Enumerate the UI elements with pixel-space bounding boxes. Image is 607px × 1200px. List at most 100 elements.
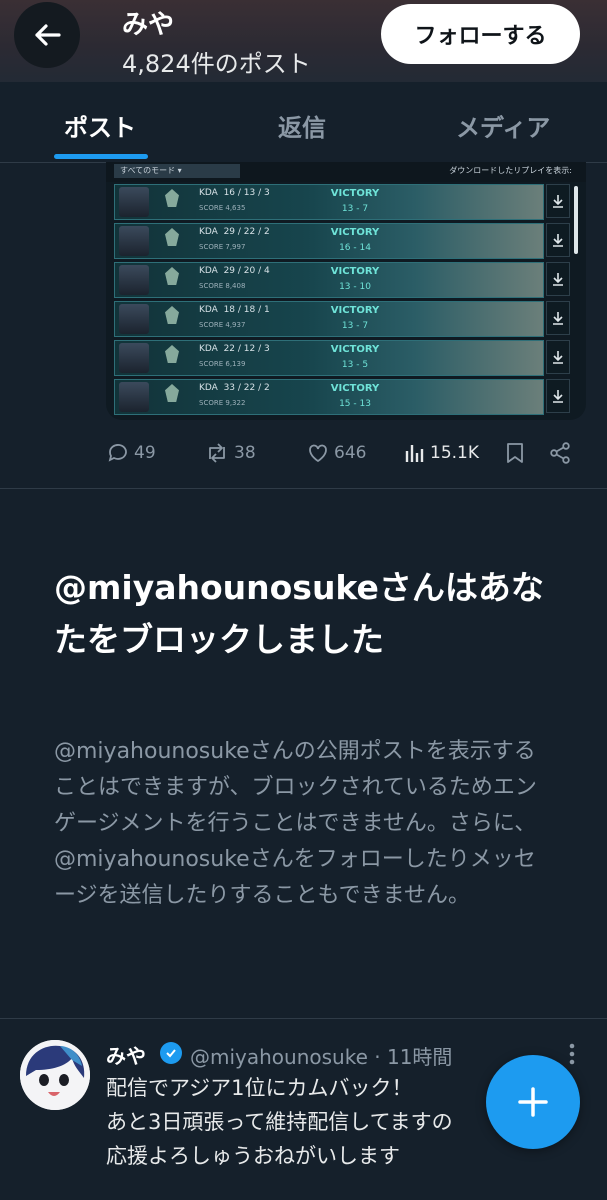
match-score: 16 - 14 — [339, 243, 371, 253]
tweet-text-line: 配信でアジア1位にカムバック！ — [106, 1076, 413, 1100]
post-media-image[interactable]: すべてのモード ▾ ダウンロードしたリプレイを表示: KDA 16 / 13 /… — [106, 162, 586, 420]
reply-count: 49 — [134, 443, 156, 463]
compose-button[interactable] — [486, 1055, 580, 1149]
match-score: 13 - 5 — [341, 360, 369, 370]
score-text: SCORE 4,635 — [199, 204, 246, 212]
tab-replies[interactable]: 返信 — [278, 108, 326, 143]
post-count: 4,824件のポスト — [122, 50, 311, 78]
download-replay-button[interactable] — [546, 301, 570, 335]
match-row[interactable]: KDA 16 / 13 / 3 SCORE 4,635 VICTORY 13 - 7 — [114, 184, 544, 220]
kda-text: KDA 22 / 12 / 3 — [199, 344, 270, 354]
tweet-text-line: あと3日頑張って維持配信してますの — [106, 1110, 453, 1134]
score-text: SCORE 9,322 — [199, 399, 246, 407]
repost-count: 38 — [234, 443, 256, 463]
active-tab-indicator — [54, 154, 148, 159]
author-handle-time[interactable]: @miyahounosuke · 11時間 — [190, 1041, 452, 1070]
reply-button[interactable]: 49 — [106, 436, 156, 470]
media-scrollbar — [574, 186, 578, 254]
tab-media[interactable]: メディア — [456, 108, 550, 143]
rank-icon — [165, 384, 179, 402]
tab-posts[interactable]: ポスト — [64, 108, 136, 143]
like-button[interactable]: 646 — [306, 436, 366, 470]
back-button[interactable] — [14, 2, 80, 68]
download-icon — [553, 390, 563, 403]
mode-filter: すべてのモード ▾ — [114, 164, 240, 178]
agent-portrait — [119, 265, 149, 295]
kda-text: KDA 18 / 18 / 1 — [199, 305, 270, 315]
score-text: SCORE 4,937 — [199, 321, 246, 329]
verified-badge-icon — [160, 1042, 182, 1064]
plus-icon — [518, 1087, 548, 1117]
kda-text: KDA 29 / 20 / 4 — [199, 266, 270, 276]
profile-name: みや — [122, 10, 175, 40]
media-toolbar: すべてのモード ▾ ダウンロードしたリプレイを表示: — [106, 162, 586, 182]
block-notice-body: @miyahounosukeさんの公開ポストを表示することはできますが、ブロック… — [54, 739, 537, 908]
share-icon — [550, 442, 570, 464]
view-count: 15.1K — [430, 443, 479, 463]
agent-portrait — [119, 304, 149, 334]
score-text: SCORE 8,408 — [199, 282, 246, 290]
download-replay-button[interactable] — [546, 262, 570, 296]
kda-text: KDA 29 / 22 / 2 — [199, 227, 270, 237]
rank-icon — [165, 345, 179, 363]
bookmark-icon — [507, 443, 523, 463]
match-row[interactable]: KDA 29 / 22 / 2 SCORE 7,997 VICTORY 16 - 14 — [114, 223, 544, 259]
share-button[interactable] — [548, 436, 572, 470]
rank-icon — [165, 267, 179, 285]
match-outcome: VICTORY — [330, 383, 380, 394]
score-text: SCORE 7,997 — [199, 243, 246, 251]
match-score: 13 - 7 — [341, 204, 369, 214]
download-icon — [553, 195, 563, 208]
kda-text: KDA 16 / 13 / 3 — [199, 188, 270, 198]
match-row[interactable]: KDA 22 / 12 / 3 SCORE 6,139 VICTORY 13 - 5 — [114, 340, 544, 376]
download-replay-button[interactable] — [546, 379, 570, 413]
match-row[interactable]: KDA 29 / 20 / 4 SCORE 8,408 VICTORY 13 - 10 — [114, 262, 544, 298]
follow-button[interactable]: フォローする — [381, 4, 580, 64]
download-icon — [553, 234, 563, 247]
agent-portrait — [119, 187, 149, 217]
arrow-left-icon — [35, 24, 61, 46]
agent-portrait — [119, 343, 149, 373]
match-row[interactable]: KDA 18 / 18 / 1 SCORE 4,937 VICTORY 13 - 7 — [114, 301, 544, 337]
avatar[interactable] — [20, 1040, 90, 1110]
match-score: 15 - 13 — [339, 399, 371, 409]
score-text: SCORE 6,139 — [199, 360, 246, 368]
bookmark-button[interactable] — [504, 436, 526, 470]
divider — [0, 488, 607, 489]
like-count: 646 — [334, 443, 367, 463]
views-bar-chart-icon — [405, 445, 424, 462]
divider — [0, 1018, 607, 1019]
download-icon — [553, 351, 563, 364]
block-notice-title: @miyahounosukeさんはあなたをブロックしました — [54, 568, 544, 659]
match-outcome: VICTORY — [330, 188, 380, 199]
download-replay-button[interactable] — [546, 223, 570, 257]
reply-icon — [108, 444, 127, 462]
match-outcome: VICTORY — [330, 344, 380, 355]
match-row[interactable]: KDA 33 / 22 / 2 SCORE 9,322 VICTORY 15 - 13 — [114, 379, 544, 415]
rank-icon — [165, 306, 179, 324]
rank-icon — [165, 189, 179, 207]
match-outcome: VICTORY — [330, 305, 380, 316]
heart-icon — [309, 444, 327, 463]
post-actions: 49 38 646 15.1K — [106, 436, 586, 470]
tweet-text-line: 応援よろしゅうおねがいします — [106, 1144, 400, 1168]
download-icon — [553, 273, 563, 286]
match-score: 13 - 10 — [339, 282, 371, 292]
anime-avatar-icon — [20, 1040, 90, 1110]
match-score: 13 - 7 — [341, 321, 369, 331]
agent-portrait — [119, 226, 149, 256]
views-button[interactable]: 15.1K — [404, 436, 479, 470]
kda-text: KDA 33 / 22 / 2 — [199, 383, 270, 393]
replay-label: ダウンロードしたリプレイを表示: — [449, 166, 572, 175]
author-name[interactable]: みや — [106, 1040, 146, 1069]
repost-button[interactable]: 38 — [204, 436, 256, 470]
download-icon — [553, 312, 563, 325]
repost-icon — [209, 443, 225, 463]
profile-header: みや 4,824件のポスト フォローする — [0, 0, 607, 82]
more-options-icon[interactable] — [566, 1042, 578, 1066]
download-replay-button[interactable] — [546, 340, 570, 374]
download-replay-button[interactable] — [546, 184, 570, 218]
profile-tabs: ポスト 返信 メディア — [0, 82, 607, 163]
rank-icon — [165, 228, 179, 246]
agent-portrait — [119, 382, 149, 412]
